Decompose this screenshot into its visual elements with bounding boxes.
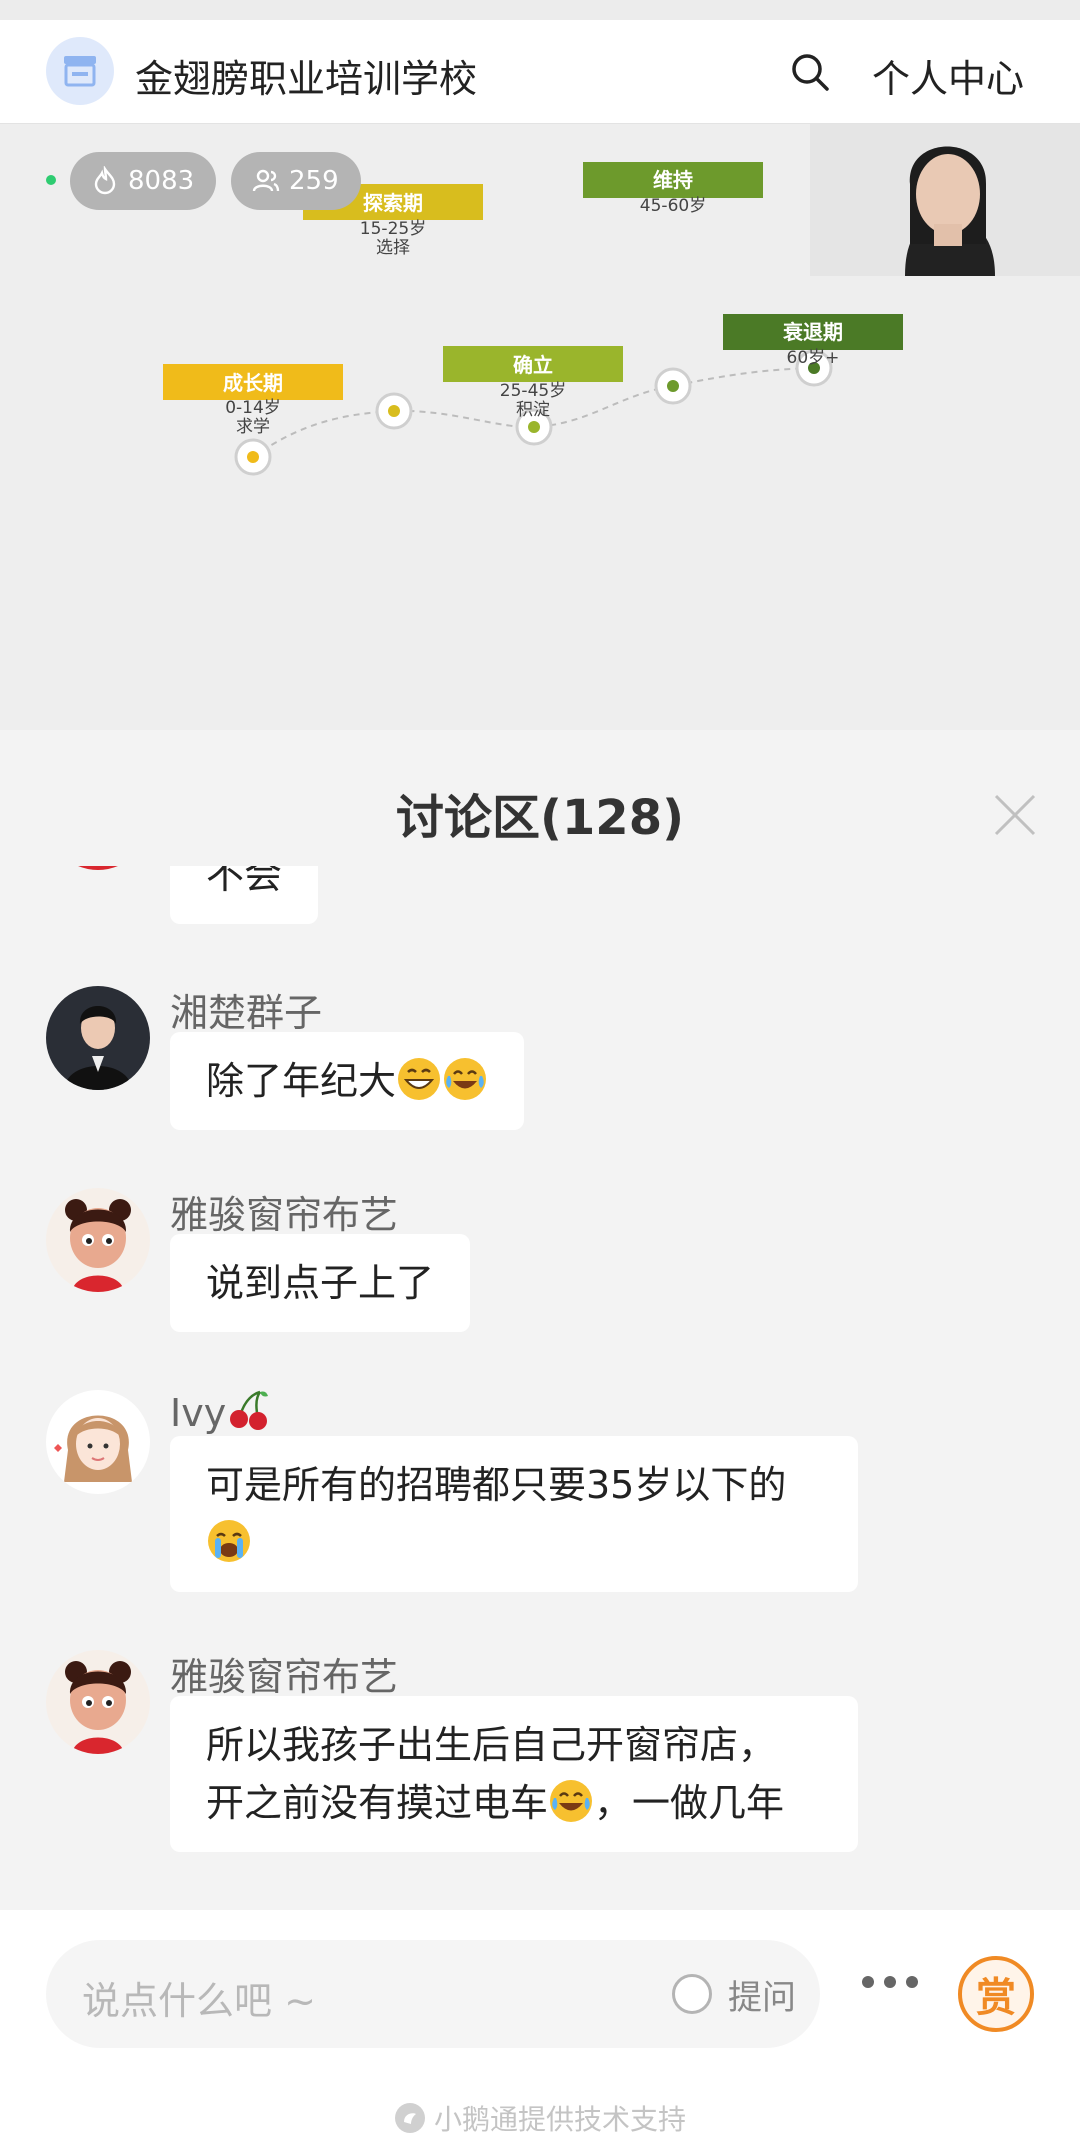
views-badge: 8083: [70, 152, 217, 210]
store-icon[interactable]: [46, 37, 114, 105]
stage-label-5: 衰退期: [782, 320, 843, 344]
bottom-bar: 说点什么吧 ~ 提问 赏 小鹅通提供技术支持: [0, 1910, 1080, 2155]
comment-input-placeholder: 说点什么吧 ~: [82, 1979, 316, 2023]
stage-age-4: 45-60岁: [640, 196, 706, 216]
message-bubble: 说到点子上了: [170, 1234, 471, 1332]
avatar: [46, 1390, 150, 1494]
stage-node-1: [234, 438, 272, 476]
people-icon: [252, 169, 280, 192]
comment-input[interactable]: 说点什么吧 ~ 提问: [46, 1940, 820, 2048]
message-bubble: 除了年纪大: [170, 1032, 525, 1130]
stage-label-4: 维持: [653, 168, 693, 192]
views-count: 8083: [128, 166, 195, 196]
username: 湘楚群子: [170, 991, 323, 1035]
reward-button[interactable]: 赏: [958, 1956, 1034, 2032]
message-list[interactable]: 不会 湘楚群子 除了年纪大 雅骏窗帘布艺 说到点子上了 Ivy 可是所有的招聘都…: [0, 866, 1080, 1910]
avatar: [46, 1650, 150, 1754]
stage-age-2: 15-25岁: [360, 219, 426, 239]
message-text-line2b: ，一做几年: [594, 1781, 785, 1825]
ask-question-label[interactable]: 提问: [728, 1970, 796, 2019]
stage-age-1: 0-14岁: [225, 398, 281, 418]
message-bubble: 可是所有的招聘都只要35岁以下的: [170, 1436, 858, 1592]
username: 雅骏窗帘布艺: [170, 1655, 399, 1699]
discussion-panel: 讨论区(128) 不会 湘楚群子 除了年纪大 雅骏窗帘布艺 说到点子上了 Ivy…: [0, 730, 1080, 1910]
stage-note-3: 积淀: [516, 400, 550, 420]
message-text: 不会: [206, 866, 283, 897]
presenter-camera[interactable]: [810, 124, 1080, 276]
search-icon[interactable]: [788, 50, 832, 94]
stage-note-2: 选择: [376, 238, 410, 258]
message-bubble: 所以我孩子出生后自己开窗帘店， 开之前没有摸过电车 ，一做几年: [170, 1696, 858, 1852]
username: 雅骏窗帘布艺: [170, 1193, 399, 1237]
crying-emoji-icon: [208, 1520, 250, 1562]
tears-of-joy-emoji-icon: [550, 1780, 593, 1822]
message-text-line1: 所以我孩子出生后自己开窗帘店，: [206, 1723, 777, 1767]
username: Ivy: [170, 1386, 272, 1435]
school-name[interactable]: 金翅膀职业培训学校: [135, 48, 477, 103]
close-icon[interactable]: [990, 790, 1040, 840]
stage-node-2: [375, 392, 413, 430]
avatar: [46, 1188, 150, 1292]
reward-label: 赏: [976, 1975, 1016, 2021]
discussion-title: 讨论区(128): [395, 790, 685, 846]
grinning-emoji-icon: [398, 1058, 441, 1100]
app-header: 金翅膀职业培训学校 个人中心: [0, 20, 1080, 124]
message-bubble: 不会: [170, 866, 319, 924]
live-status-dot: [46, 175, 56, 185]
flame-icon: [94, 166, 116, 195]
stage-label-3: 确立: [513, 353, 553, 377]
stage-node-4: [654, 367, 692, 405]
message-text-line2a: 开之前没有摸过电车: [206, 1781, 549, 1825]
cherry-emoji-icon: [230, 1390, 269, 1430]
avatar: [46, 866, 150, 870]
stage-note-1: 求学: [236, 417, 270, 437]
username-text: Ivy: [170, 1391, 227, 1435]
viewers-badge: 259: [231, 152, 361, 210]
message-text: 除了年纪大: [206, 1059, 397, 1103]
xiaoe-logo-icon: [394, 2103, 425, 2133]
tech-support-text: 小鹅通提供技术支持: [433, 2103, 686, 2136]
personal-center-link[interactable]: 个人中心: [872, 48, 1024, 103]
avatar: [46, 986, 150, 1090]
tech-support-footer: 小鹅通提供技术支持: [0, 2098, 1080, 2138]
message-text: 说到点子上了: [206, 1261, 435, 1305]
message-text: 可是所有的招聘都只要35岁以下的: [206, 1463, 787, 1507]
more-icon[interactable]: [860, 1974, 920, 1990]
stage-label-2: 探索期: [363, 191, 423, 215]
status-strip: [0, 0, 1080, 20]
viewers-count: 259: [289, 166, 339, 196]
stage-label-1: 成长期: [223, 371, 283, 395]
tears-of-joy-emoji-icon: [444, 1058, 487, 1100]
ask-question-radio[interactable]: [672, 1974, 712, 2014]
stage-age-5: 60岁+: [787, 348, 840, 368]
stage-age-3: 25-45岁: [500, 381, 566, 401]
